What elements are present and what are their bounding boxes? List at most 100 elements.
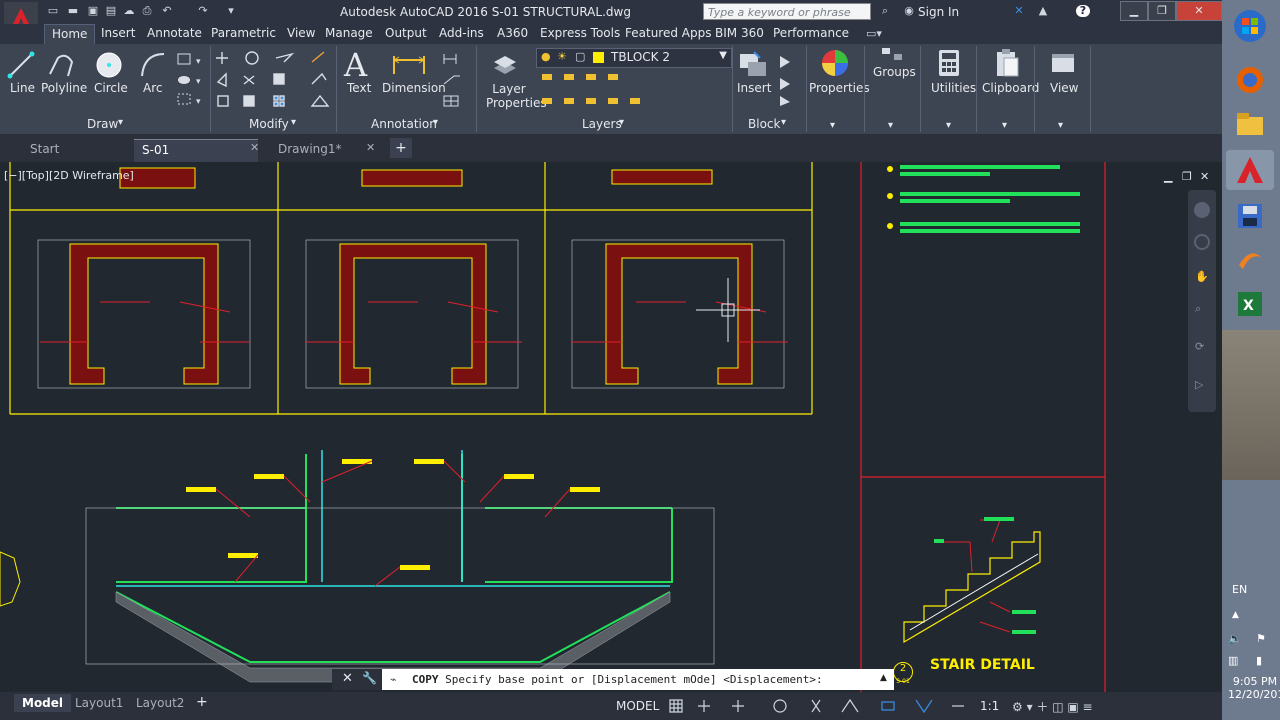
viewport-close-icon[interactable]: ✕ <box>1200 170 1209 183</box>
excel-icon[interactable]: X <box>1226 284 1274 324</box>
properties-button[interactable]: Properties <box>809 81 870 95</box>
line-icon[interactable] <box>6 50 36 83</box>
line-button[interactable]: Line <box>10 81 35 95</box>
steering-wheel-icon[interactable] <box>1194 234 1210 250</box>
clipboard-expand-icon[interactable]: ▾ <box>1002 120 1007 131</box>
close-tab-icon[interactable]: ✕ <box>250 141 259 154</box>
save-as-icon[interactable]: ▤ <box>104 5 118 17</box>
ribbon-toggle-icon[interactable]: ▭▾ <box>866 28 882 40</box>
viewport-minimize-icon[interactable]: ▁ <box>1164 170 1172 183</box>
quick-access-dropdown-icon[interactable]: ▾ <box>224 5 238 17</box>
view-icon[interactable] <box>1050 50 1076 79</box>
groups-icon[interactable] <box>880 46 906 67</box>
close-tab-icon[interactable]: ✕ <box>366 141 375 154</box>
polyline-button[interactable]: Polyline <box>41 81 87 95</box>
tray-expand-icon[interactable]: ▲ <box>1232 610 1239 620</box>
file-explorer-icon[interactable] <box>1226 104 1274 144</box>
user-icon[interactable]: ◉ <box>902 5 916 17</box>
groups-expand-icon[interactable]: ▾ <box>888 120 893 131</box>
view-expand-icon[interactable]: ▾ <box>1058 120 1063 131</box>
navigation-bar[interactable]: ✋ ⌕ ⟳ ▷ <box>1188 190 1216 412</box>
close-button[interactable]: ✕ <box>1176 1 1222 21</box>
orbit-icon[interactable]: ⟳ <box>1195 340 1204 353</box>
print-icon[interactable]: ⎙ <box>140 5 154 17</box>
close-command-line-icon[interactable]: ✕ <box>342 671 353 686</box>
save-disk-taskbar-icon[interactable] <box>1226 196 1274 236</box>
modify-panel-title[interactable]: Modify <box>249 117 289 131</box>
arc-button[interactable]: Arc <box>143 81 162 95</box>
file-tab-drawing1[interactable]: Drawing1* <box>270 139 378 161</box>
language-indicator[interactable]: EN <box>1232 583 1247 596</box>
zoom-extents-icon[interactable]: ⌕ <box>1195 302 1201 316</box>
properties-expand-icon[interactable]: ▾ <box>830 120 835 131</box>
layer-properties-button[interactable]: Layer Properties <box>486 82 547 110</box>
customize-wrench-icon[interactable]: 🔧 <box>362 671 377 685</box>
groups-button[interactable]: Groups <box>873 65 916 79</box>
properties-icon[interactable] <box>820 48 850 81</box>
viewport-label[interactable]: [−][Top][2D Wireframe] <box>4 169 134 182</box>
annotation-small-tools[interactable] <box>440 50 470 110</box>
annotation-scale-dropdown[interactable]: 1:1 <box>980 699 999 713</box>
tab-manage[interactable]: Manage <box>318 24 380 43</box>
network-icon[interactable]: ▥ <box>1228 654 1238 667</box>
dimension-button[interactable]: Dimension <box>382 81 446 95</box>
file-tab-start[interactable]: Start <box>22 139 138 161</box>
undo-icon[interactable]: ↶ <box>160 5 174 17</box>
system-clock[interactable]: 9:05 PM 12/20/2016 <box>1228 675 1280 701</box>
tab-express-tools[interactable]: Express Tools <box>533 24 627 43</box>
tab-parametric[interactable]: Parametric <box>204 24 283 43</box>
polyline-icon[interactable] <box>46 50 76 83</box>
insert-button[interactable]: Insert <box>737 81 771 95</box>
tab-insert[interactable]: Insert <box>94 24 142 43</box>
layers-panel-expand-icon[interactable]: ▾ <box>619 117 624 128</box>
command-line[interactable]: ⌁ COPY Specify base point or [Displaceme… <box>382 669 894 690</box>
text-icon[interactable]: A <box>344 46 367 84</box>
save-icon[interactable]: ▣ <box>86 5 100 17</box>
new-file-icon[interactable]: ▭ <box>46 5 60 17</box>
block-panel-title[interactable]: Block <box>748 117 780 131</box>
help-icon[interactable]: ? <box>1076 5 1090 17</box>
status-tray-icons[interactable]: ⚙ ▾ ＋ ◫ ▣ ≡ <box>1012 698 1112 714</box>
a360-icon[interactable]: ▲ <box>1036 5 1050 17</box>
insert-block-icon[interactable] <box>738 50 768 83</box>
showmotion-icon[interactable]: ▷ <box>1195 378 1203 391</box>
layer-small-tools[interactable] <box>540 70 650 112</box>
layout-tab-layout2[interactable]: Layout2 <box>128 694 192 712</box>
windows-start-icon[interactable] <box>1226 6 1274 46</box>
layer-properties-icon[interactable] <box>490 50 520 81</box>
block-small-tools[interactable] <box>776 52 802 106</box>
draw-panel-title[interactable]: Draw <box>87 117 118 131</box>
layer-dropdown[interactable]: ● ☀ ▢ TBLOCK 2 ▼ <box>536 48 732 68</box>
text-button[interactable]: Text <box>347 81 371 95</box>
binoculars-icon[interactable]: ⌕ <box>878 5 892 17</box>
utilities-icon[interactable] <box>937 48 961 81</box>
tab-home[interactable]: Home <box>44 24 96 44</box>
utilities-button[interactable]: Utilities <box>931 81 976 95</box>
utilities-expand-icon[interactable]: ▾ <box>946 120 951 131</box>
sign-in-link[interactable]: Sign In <box>918 5 959 19</box>
search-input[interactable]: Type a keyword or phrase <box>703 3 871 20</box>
pan-icon[interactable]: ✋ <box>1195 270 1209 283</box>
tab-annotate[interactable]: Annotate <box>140 24 209 43</box>
tab-a360[interactable]: A360 <box>490 24 535 43</box>
volume-icon[interactable]: 🔈 <box>1228 632 1242 645</box>
redo-icon[interactable]: ↷ <box>196 5 210 17</box>
annotation-panel-expand-icon[interactable]: ▾ <box>433 117 438 128</box>
full-navigation-wheel-icon[interactable] <box>1194 202 1210 218</box>
arc-icon[interactable] <box>138 50 168 83</box>
orange-app-icon[interactable] <box>1226 240 1274 280</box>
tab-performance[interactable]: Performance <box>766 24 856 43</box>
annotation-panel-title[interactable]: Annotation <box>371 117 437 131</box>
command-history-toggle-icon[interactable]: ▲ <box>880 673 887 683</box>
status-toggles[interactable] <box>668 698 988 714</box>
flag-icon[interactable]: ⚑ <box>1256 632 1266 645</box>
view-button[interactable]: View <box>1050 81 1078 95</box>
file-tab-s01-structural[interactable]: S-01 STRUCTURAL* <box>134 139 258 177</box>
tab-bim-360[interactable]: BIM 360 <box>708 24 771 43</box>
layout-tab-layout1[interactable]: Layout1 <box>67 694 131 712</box>
viewport-restore-icon[interactable]: ❐ <box>1182 170 1192 183</box>
modify-panel-expand-icon[interactable]: ▾ <box>291 117 296 128</box>
modify-tools[interactable] <box>214 48 334 114</box>
circle-icon[interactable] <box>94 50 124 83</box>
restore-button[interactable]: ❐ <box>1148 1 1176 21</box>
